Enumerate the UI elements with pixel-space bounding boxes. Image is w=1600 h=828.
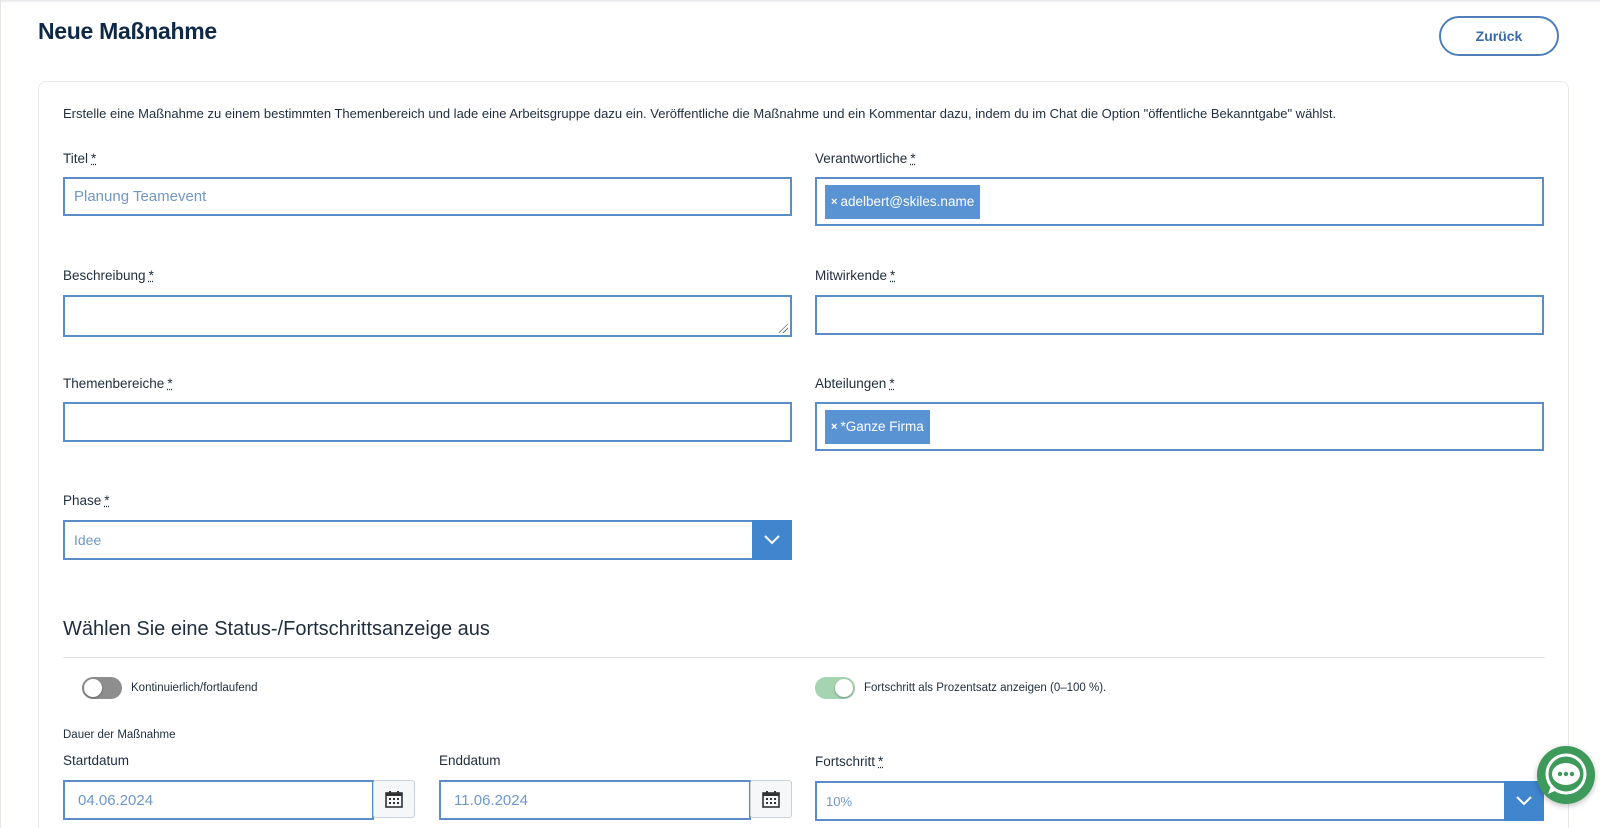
percent-toggle-label: Fortschritt als Prozentsatz anzeigen (0–… [864, 682, 1107, 694]
responsible-label: Verantwortliche * [815, 151, 916, 166]
toggle-knob [835, 679, 853, 697]
phase-label: Phase * [63, 493, 110, 508]
description-label: Beschreibung * [63, 268, 154, 283]
title-label: Titel * [63, 151, 97, 166]
end-date-input[interactable]: 11.06.2024 [439, 780, 751, 820]
page-title: Neue Maßnahme [38, 18, 217, 44]
chevron-down-icon[interactable] [1504, 781, 1544, 821]
topics-input[interactable] [63, 402, 792, 442]
start-date-calendar-button[interactable] [373, 780, 415, 818]
intro-text: Erstelle eine Maßnahme zu einem bestimmt… [63, 106, 1337, 121]
duration-label: Dauer der Maßnahme [63, 729, 176, 741]
responsible-tag-label: adelbert@skiles.name [840, 194, 975, 209]
back-button[interactable]: Zurück [1439, 16, 1559, 56]
continuous-toggle-label: Kontinuierlich/fortlaufend [131, 682, 258, 694]
title-input[interactable]: Planung Teamevent [63, 177, 792, 216]
section-divider [63, 657, 1545, 658]
calendar-icon [762, 791, 780, 808]
responsible-tag: × adelbert@skiles.name [825, 184, 981, 219]
progress-label: Fortschritt * [815, 754, 884, 769]
remove-tag-icon[interactable]: × [831, 196, 837, 208]
calendar-icon [385, 791, 403, 808]
progress-select[interactable]: 10% [815, 781, 1544, 821]
chevron-down-icon[interactable] [752, 520, 792, 560]
remove-tag-icon[interactable]: × [831, 421, 837, 433]
start-date-input[interactable]: 04.06.2024 [63, 780, 374, 820]
department-tag: × *Ganze Firma [825, 409, 930, 444]
start-date-value: 04.06.2024 [78, 791, 154, 809]
departments-input[interactable]: × *Ganze Firma [815, 402, 1544, 451]
contributors-label: Mitwirkende * [815, 268, 896, 283]
chat-bubble-icon [1545, 753, 1587, 795]
start-date-label: Startdatum [63, 753, 130, 768]
status-section-title: Wählen Sie eine Status-/Fortschrittsanze… [63, 618, 490, 640]
continuous-toggle[interactable] [82, 677, 122, 699]
contributors-input[interactable] [815, 295, 1544, 335]
end-date-value: 11.06.2024 [454, 791, 528, 809]
phase-select[interactable]: Idee [63, 520, 792, 560]
end-date-calendar-button[interactable] [750, 780, 792, 818]
progress-select-value: 10% [826, 793, 853, 809]
title-input-value: Planung Teamevent [74, 188, 207, 205]
chat-button[interactable] [1537, 746, 1595, 804]
description-textarea[interactable] [63, 295, 792, 337]
phase-select-value: Idee [74, 532, 102, 548]
topics-label: Themenbereiche * [63, 376, 173, 391]
departments-label: Abteilungen * [815, 376, 895, 391]
resize-handle[interactable] [779, 324, 788, 333]
responsible-input[interactable]: × adelbert@skiles.name [815, 177, 1544, 226]
percent-toggle[interactable] [815, 677, 855, 699]
department-tag-label: *Ganze Firma [840, 419, 924, 434]
toggle-knob [84, 679, 102, 697]
top-shadow [1, 0, 1600, 3]
end-date-label: Enddatum [439, 753, 501, 768]
